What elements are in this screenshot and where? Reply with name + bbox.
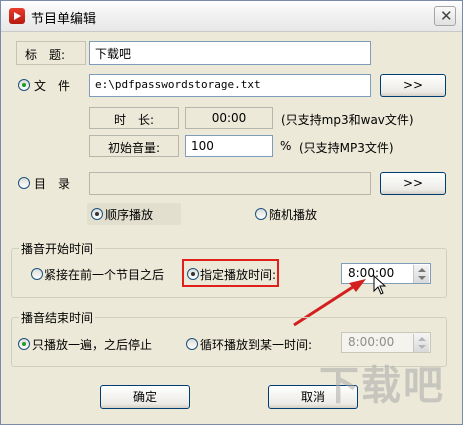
ok-button[interactable]: 确定 — [100, 385, 190, 409]
volume-label: 初始音量: — [107, 141, 161, 155]
mouse-cursor-icon — [373, 275, 387, 295]
volume-value: 100 — [191, 139, 214, 153]
after-previous-label[interactable]: 紧接在前一个节目之后 — [44, 266, 164, 283]
loop-until-radio[interactable] — [186, 338, 198, 350]
volume-input[interactable]: 100 — [185, 135, 273, 157]
file-browse-button[interactable]: >> — [380, 74, 446, 97]
loop-until-label[interactable]: 循环播放到某一时间: — [200, 336, 312, 353]
volume-note: (只支持MP3文件) — [299, 141, 394, 155]
directory-radio[interactable] — [18, 177, 30, 189]
volume-label-box: 初始音量: — [89, 135, 179, 157]
title-label-box: 标 题: — [16, 41, 86, 65]
end-time-value: 8:00:00 — [348, 335, 395, 349]
start-time-legend: 播音开始时间 — [19, 240, 96, 257]
file-path-value: e:\pdfpasswordstorage.txt — [95, 78, 261, 91]
sequential-label[interactable]: 顺序播放 — [105, 206, 153, 223]
title-input-value: 下载吧 — [95, 47, 132, 61]
close-button[interactable]: ✕ — [434, 6, 456, 26]
directory-browse-button[interactable]: >> — [380, 172, 446, 195]
file-label: 文 件 — [34, 79, 71, 93]
after-previous-radio[interactable] — [31, 268, 43, 280]
directory-input[interactable] — [89, 172, 371, 195]
volume-unit: % — [280, 139, 292, 153]
file-radio[interactable] — [18, 79, 30, 91]
end-time-legend: 播音结束时间 — [19, 309, 96, 326]
app-icon — [9, 8, 25, 24]
title-bar[interactable]: 节目单编辑 ✕ — [1, 1, 462, 32]
random-radio[interactable] — [255, 208, 267, 220]
end-time-spinner[interactable] — [413, 334, 429, 352]
specified-time-radio[interactable] — [187, 268, 199, 280]
watermark-logo: 下载吧 — [319, 363, 445, 409]
duration-label-box: 时 长: — [89, 107, 179, 129]
duration-label: 时 长: — [113, 113, 155, 127]
title-label: 标 题: — [25, 48, 66, 62]
duration-note: (只支持mp3和wav文件) — [281, 113, 414, 127]
play-once-radio[interactable] — [18, 338, 30, 350]
dialog-window: 节目单编辑 ✕ 标 题: 下载吧 文 件 e:\pdfpasswordstora… — [0, 0, 463, 425]
end-time-input[interactable]: 8:00:00 — [341, 332, 431, 353]
window-title: 节目单编辑 — [31, 12, 97, 27]
duration-value-box: 00:00 — [185, 107, 273, 129]
file-path-input[interactable]: e:\pdfpasswordstorage.txt — [89, 74, 371, 97]
play-once-label[interactable]: 只播放一遍，之后停止 — [32, 336, 152, 353]
duration-value: 00:00 — [211, 111, 247, 125]
specified-time-label[interactable]: 指定播放时间: — [200, 266, 276, 283]
random-label[interactable]: 随机播放 — [269, 206, 317, 223]
sequential-radio[interactable] — [91, 208, 103, 220]
directory-label: 目 录 — [34, 177, 71, 191]
start-time-spinner[interactable] — [413, 265, 429, 283]
close-icon: ✕ — [440, 7, 453, 25]
title-input[interactable]: 下载吧 — [89, 41, 371, 65]
